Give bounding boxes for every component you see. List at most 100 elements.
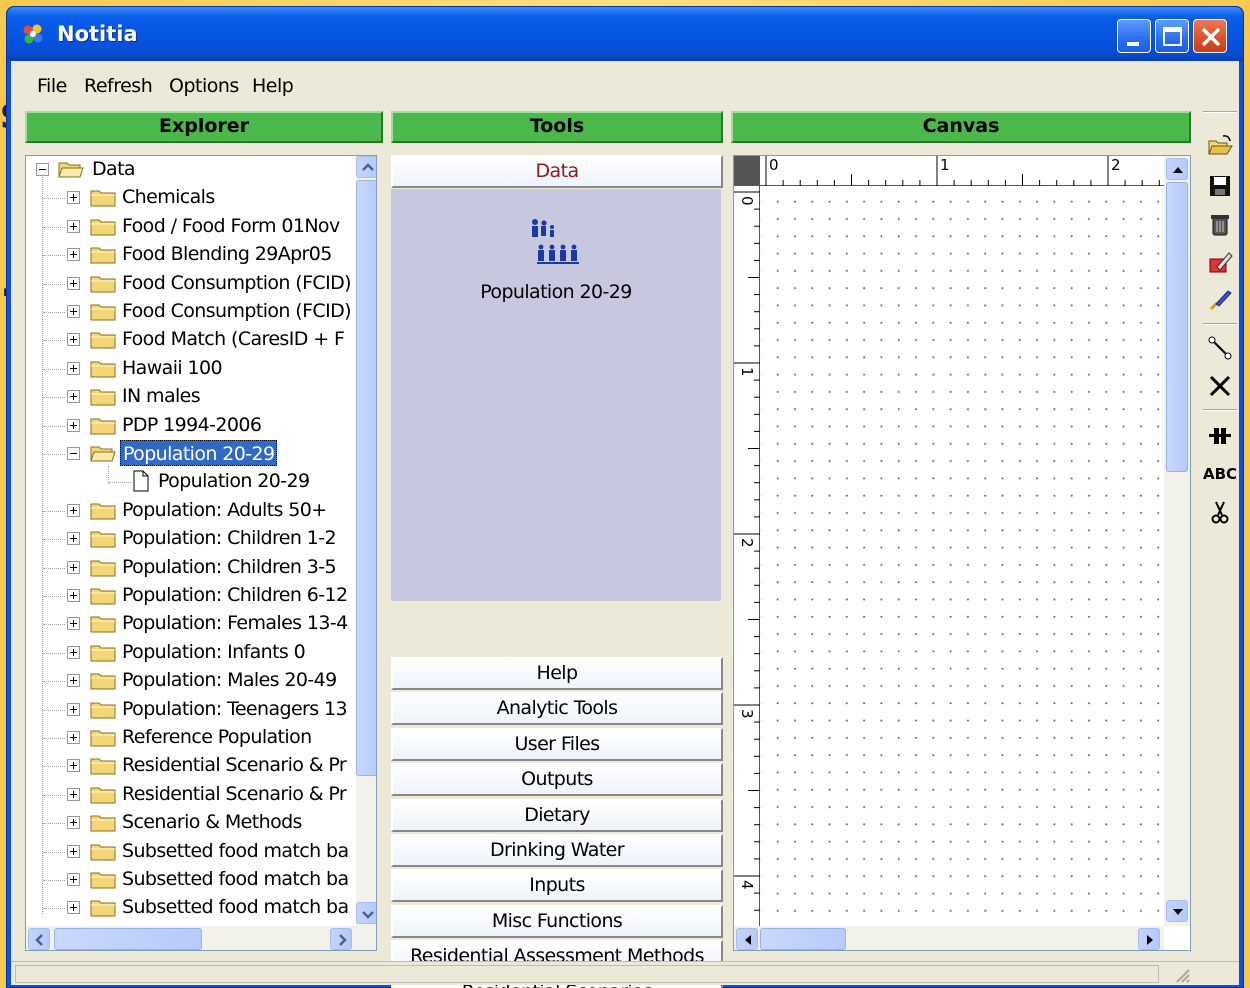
tree-item[interactable]: Population: Children 1-2 [26,525,356,553]
canvas-scroll-right-button[interactable] [1138,928,1160,950]
horizontal-scroll-thumb[interactable] [54,928,202,950]
tree-item[interactable]: Population: Infants 0 [26,639,356,667]
minimize-button[interactable] [1117,19,1151,53]
expand-icon[interactable] [67,390,80,404]
expand-icon[interactable] [67,645,80,659]
canvas-scroll-left-button[interactable] [736,928,758,950]
cut-icon[interactable] [1207,499,1233,525]
title-bar[interactable]: Notitia [7,7,1243,61]
expand-icon[interactable] [67,333,80,347]
tool-tab-outputs[interactable]: Outputs [391,763,723,797]
expand-icon[interactable] [67,759,80,773]
close-button[interactable] [1193,19,1227,53]
canvas-area[interactable]: 0 1 2 0 1 2 3 4 [733,155,1191,951]
expand-icon[interactable] [67,731,80,744]
tree-item[interactable]: IN males [26,383,356,411]
expand-icon[interactable] [67,305,80,318]
scroll-up-button[interactable] [356,156,376,178]
scroll-left-button[interactable] [28,928,50,950]
expand-icon[interactable] [67,589,80,602]
tree-item[interactable]: Residential Scenario & Pr [26,781,356,809]
canvas-grid[interactable] [761,187,1164,926]
expand-icon[interactable] [67,844,80,858]
tree-item[interactable]: Population: Males 20-49 [26,667,356,695]
tree-item[interactable]: Food Match (CaresID + F [26,326,356,354]
tree-item[interactable]: Population: Adults 50+ [26,497,356,525]
menu-help[interactable]: Help [252,75,294,97]
tree-item[interactable]: Population 20-29 [26,440,356,468]
scroll-thumb[interactable] [356,180,376,776]
collapse-icon[interactable] [36,163,49,176]
canvas-scroll-thumb[interactable] [1166,182,1188,472]
tree-item[interactable]: Chemicals [26,184,356,212]
delete-icon[interactable] [1207,211,1233,237]
expand-icon[interactable] [67,617,80,631]
tool-tab-misc-functions[interactable]: Misc Functions [391,904,723,938]
tool-tab-drinking-water[interactable]: Drinking Water [391,834,723,867]
canvas-scroll-down-button[interactable] [1166,900,1188,922]
collapse-icon[interactable] [67,447,80,460]
tree-item[interactable]: Subsetted food match ba [26,866,356,894]
tree-item[interactable]: Population: Children 6-12 [26,582,356,610]
expand-icon[interactable] [67,816,80,830]
scroll-down-button[interactable] [356,902,376,924]
expand-icon[interactable] [67,873,80,886]
expand-icon[interactable] [67,560,80,574]
edit-icon[interactable] [1207,249,1233,275]
tree-item[interactable]: Population: Teenagers 13 [26,696,356,724]
tool-tab-dietary[interactable]: Dietary [391,798,723,832]
expand-icon[interactable] [67,702,80,716]
tree-item[interactable]: Food Blending 29Apr05 [26,241,356,269]
expand-icon[interactable] [67,901,80,915]
canvas-vertical-scrollbar[interactable] [1164,156,1190,926]
tree-root[interactable]: Data [26,156,356,184]
tree-item[interactable]: Subsetted food match ba [26,838,356,866]
run-icon[interactable] [1207,287,1233,313]
expand-icon[interactable] [67,532,80,546]
tree-item[interactable]: Food Consumption (FCID) [26,298,356,326]
tree-item[interactable]: Scenario & Methods [26,809,356,837]
expand-icon[interactable] [67,361,80,375]
tree-item[interactable]: Hawaii 100 [26,355,356,383]
tool-tab-data[interactable]: Data [391,155,723,188]
remove-connection-icon[interactable] [1207,373,1233,399]
expand-icon[interactable] [67,787,80,801]
tree-child-item[interactable]: Population 20-29 [26,468,356,496]
tree-item[interactable]: Food Consumption (FCID) [26,270,356,298]
population-icon[interactable] [527,217,583,267]
explorer-vertical-scrollbar[interactable] [356,156,376,926]
menu-file[interactable]: File [37,75,67,97]
expand-icon[interactable] [67,418,80,432]
tree-item[interactable]: Reference Population [26,724,356,752]
tool-tab-analytic-tools[interactable]: Analytic Tools [391,692,723,726]
explorer-horizontal-scrollbar[interactable] [26,926,376,950]
maximize-button[interactable] [1155,19,1189,53]
resize-grip-icon[interactable] [1173,966,1191,984]
tree-item[interactable]: Residential Scenario & Pr [26,752,356,780]
tool-tab-help[interactable]: Help [391,657,723,690]
expand-icon[interactable] [67,276,80,290]
expand-icon[interactable] [67,503,80,517]
save-icon[interactable] [1207,173,1233,199]
scroll-right-button[interactable] [330,928,352,950]
expand-icon[interactable] [67,191,80,205]
expand-icon[interactable] [67,219,80,233]
canvas-horizontal-scrollbar[interactable] [734,926,1164,950]
menu-refresh[interactable]: Refresh [84,75,153,97]
tool-tab-inputs[interactable]: Inputs [391,869,723,903]
expand-icon[interactable] [67,248,80,262]
tree-item[interactable]: Population: Children 3-5 [26,554,356,582]
open-icon[interactable] [1207,133,1233,159]
align-icon[interactable] [1207,423,1233,449]
tree-item[interactable]: PDP 1994-2006 [26,412,356,440]
tool-tab-user-files[interactable]: User Files [391,727,723,761]
text-icon[interactable]: ABC [1203,461,1237,487]
menu-options[interactable]: Options [169,75,239,97]
canvas-horizontal-scroll-thumb[interactable] [760,928,846,950]
tree-item[interactable]: Food / Food Form 01Nov [26,213,356,241]
canvas-scroll-up-button[interactable] [1166,158,1188,180]
tree-item[interactable]: Population: Females 13-4 [26,610,356,638]
connect-icon[interactable] [1207,335,1233,361]
expand-icon[interactable] [67,674,80,688]
tree-item[interactable]: Subsetted food match ba [26,894,356,922]
